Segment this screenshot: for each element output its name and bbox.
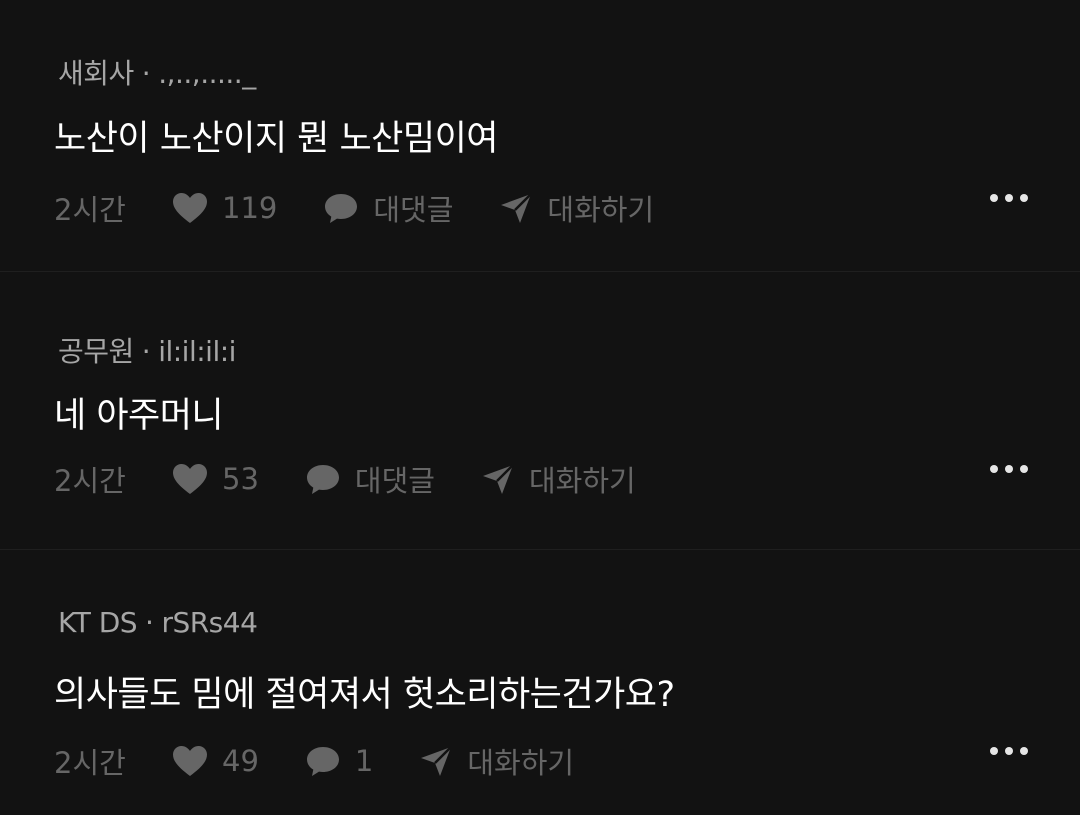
reply-label: 대댓글 <box>373 193 454 227</box>
like-count: 119 <box>222 191 278 225</box>
chat-button[interactable]: 대화하기 <box>499 187 654 229</box>
more-button[interactable] <box>990 747 1028 755</box>
more-button[interactable] <box>990 194 1028 202</box>
comment-text: 네 아주머니 <box>54 396 224 436</box>
more-button[interactable] <box>990 465 1028 473</box>
meta-separator: · <box>141 57 151 90</box>
author-nickname: il:il:il:i <box>158 335 236 368</box>
comment-item: 공무원 · il:il:il:i 네 아주머니 2시간 53 대댓글 대화하기 <box>0 272 1080 550</box>
more-dot <box>1020 194 1028 202</box>
more-dot <box>1005 194 1013 202</box>
comment-item: KT DS · rSRs44 의사들도 밈에 절여져서 헛소리하는건가요? 2시간 … <box>0 550 1080 815</box>
reply-button[interactable]: 대댓글 <box>323 187 453 229</box>
comment-author[interactable]: KT DS · rSRs44 <box>58 606 258 639</box>
comment-actions: 2시간 49 1 대화하기 <box>54 741 1080 781</box>
meta-separator: · <box>141 335 151 368</box>
chat-button[interactable]: 대화하기 <box>481 458 636 500</box>
more-horizontal-icon <box>990 465 998 473</box>
paper-plane-icon <box>501 193 533 223</box>
comment-time: 2시간 <box>54 464 126 498</box>
comment-item: 새회사 · .,..,....._ 노산이 노산이지 뭔 노산밈이여 2시간 119… <box>0 0 1080 272</box>
author-company: 공무원 <box>58 335 134 368</box>
more-horizontal-icon <box>990 747 998 755</box>
paper-plane-icon <box>421 746 453 776</box>
chat-button[interactable]: 대화하기 <box>419 740 574 782</box>
like-button[interactable]: 49 <box>172 744 259 778</box>
speech-bubble-icon <box>306 747 339 776</box>
like-button[interactable]: 53 <box>172 462 259 496</box>
like-count: 53 <box>222 462 259 496</box>
comment-author[interactable]: 공무원 · il:il:il:i <box>58 330 236 370</box>
more-dot <box>1005 747 1013 755</box>
comment-time: 2시간 <box>54 746 126 780</box>
more-horizontal-icon <box>990 194 998 202</box>
paper-plane-icon <box>482 464 514 494</box>
more-dot <box>1020 465 1028 473</box>
author-company: 새회사 <box>58 57 134 90</box>
more-dot <box>1020 747 1028 755</box>
heart-icon <box>173 193 207 223</box>
reply-button[interactable]: 1 <box>305 744 373 778</box>
speech-bubble-icon <box>306 465 339 494</box>
heart-icon <box>173 464 207 494</box>
comment-time: 2시간 <box>54 193 126 227</box>
comment-actions: 2시간 53 대댓글 대화하기 <box>54 459 1080 499</box>
author-company: KT DS <box>58 606 138 639</box>
comment-text: 의사들도 밈에 절여져서 헛소리하는건가요? <box>54 675 675 715</box>
like-count: 49 <box>222 744 259 778</box>
heart-icon <box>173 746 207 776</box>
speech-bubble-icon <box>325 194 358 223</box>
author-nickname: .,..,....._ <box>158 57 256 90</box>
comment-author[interactable]: 새회사 · .,..,....._ <box>58 52 256 92</box>
chat-label: 대화하기 <box>467 746 575 780</box>
comment-text: 노산이 노산이지 뭔 노산밈이여 <box>54 119 498 159</box>
comment-actions: 2시간 119 대댓글 대화하기 <box>54 188 1080 228</box>
chat-label: 대화하기 <box>547 193 655 227</box>
meta-separator: · <box>145 606 154 639</box>
like-button[interactable]: 119 <box>172 191 277 225</box>
reply-count: 1 <box>354 744 374 778</box>
reply-label: 대댓글 <box>354 464 435 498</box>
reply-button[interactable]: 대댓글 <box>305 458 435 500</box>
author-nickname: rSRs44 <box>161 606 258 639</box>
more-dot <box>1005 465 1013 473</box>
chat-label: 대화하기 <box>528 464 636 498</box>
